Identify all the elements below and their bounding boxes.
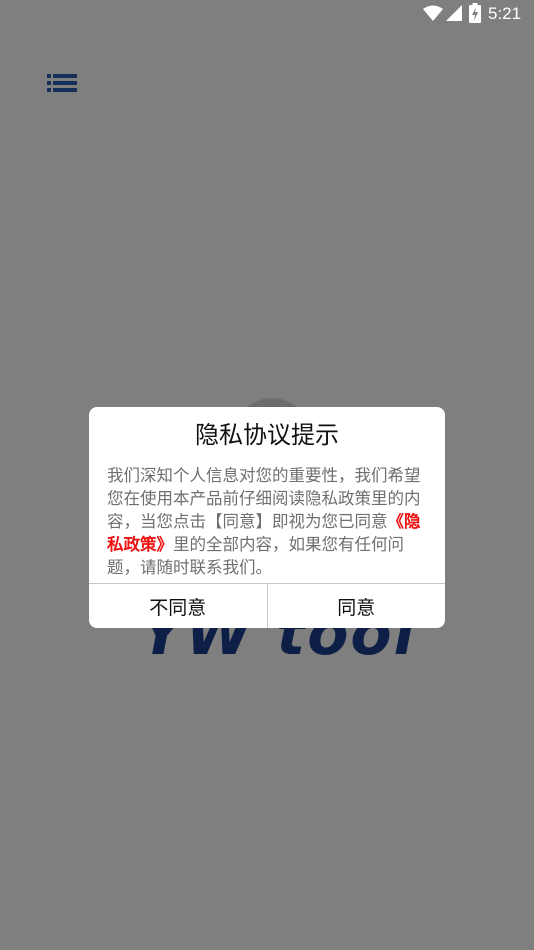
battery-charging-icon <box>469 3 481 23</box>
dialog-message: 我们深知个人信息对您的重要性，我们希望您在使用本产品前仔细阅读隐私政策里的内容，… <box>107 464 429 579</box>
privacy-dialog: 隐私协议提示 我们深知个人信息对您的重要性，我们希望您在使用本产品前仔细阅读隐私… <box>89 407 445 628</box>
agree-button[interactable]: 同意 <box>268 584 446 628</box>
dialog-title: 隐私协议提示 <box>195 421 339 449</box>
disagree-button[interactable]: 不同意 <box>89 584 268 628</box>
signal-icon <box>446 5 462 21</box>
dialog-button-bar: 不同意 同意 <box>89 583 445 628</box>
status-bar: 5:21 <box>0 0 534 28</box>
dialog-message-text-1: 我们深知个人信息对您的重要性，我们希望您在使用本产品前仔细阅读隐私政策里的内容，… <box>107 466 421 531</box>
status-clock: 5:21 <box>488 4 522 23</box>
wifi-icon <box>423 5 443 21</box>
